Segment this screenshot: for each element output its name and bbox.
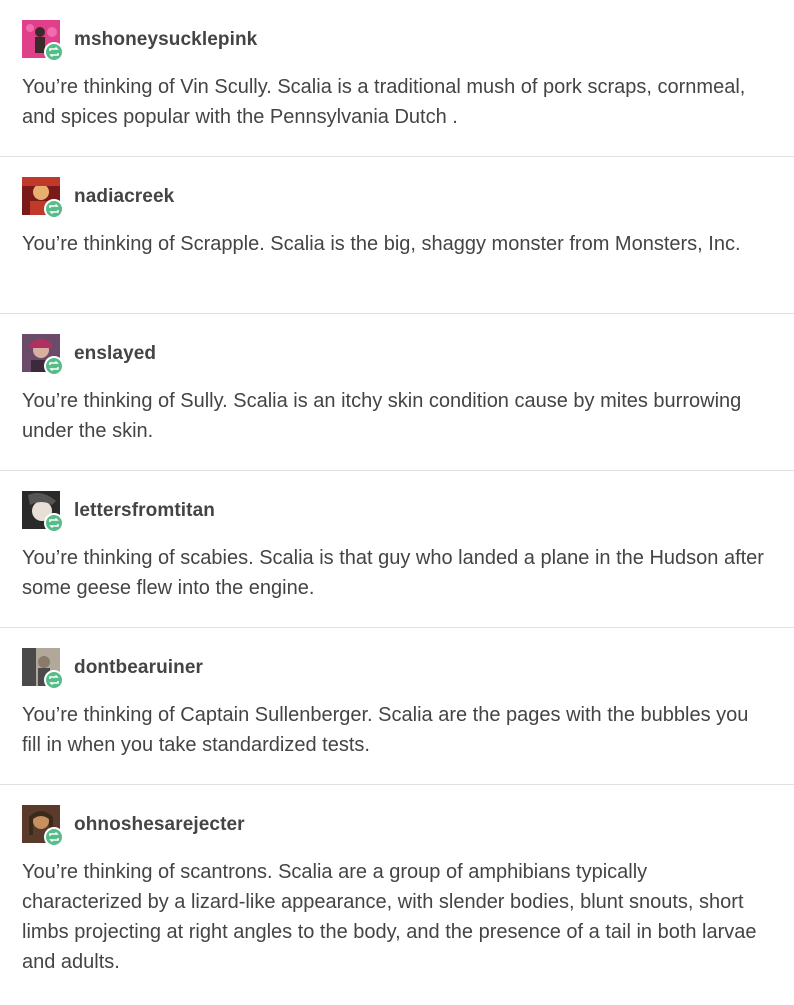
- username[interactable]: mshoneysucklepink: [74, 29, 257, 51]
- post-text: You’re thinking of Sully. Scalia is an i…: [22, 390, 742, 442]
- username[interactable]: lettersfromtitan: [74, 500, 215, 522]
- avatar[interactable]: [22, 20, 64, 62]
- post-text: You’re thinking of scantrons. Scalia are…: [22, 861, 757, 973]
- username[interactable]: enslayed: [74, 343, 156, 365]
- avatar[interactable]: [22, 334, 64, 376]
- reblog-post: lettersfromtitan You’re thinking of scab…: [0, 471, 794, 628]
- reblog-icon: [44, 199, 64, 219]
- reblog-thread: mshoneysucklepink You’re thinking of Vin…: [0, 0, 794, 1005]
- reblog-icon: [44, 670, 64, 690]
- reblog-post: nadiacreek You’re thinking of Scrapple. …: [0, 157, 794, 314]
- avatar[interactable]: [22, 805, 64, 847]
- avatar[interactable]: [22, 177, 64, 219]
- avatar[interactable]: [22, 491, 64, 533]
- reblog-post: ohnoshesarejecter You’re thinking of sca…: [0, 785, 794, 1005]
- post-text: You’re thinking of Scrapple. Scalia is t…: [22, 233, 741, 255]
- reblog-icon: [44, 356, 64, 376]
- reblog-post: enslayed You’re thinking of Sully. Scali…: [0, 314, 794, 471]
- post-text: You’re thinking of Captain Sullenberger.…: [22, 704, 749, 756]
- username[interactable]: dontbearuiner: [74, 657, 203, 679]
- reblog-icon: [44, 42, 64, 62]
- reblog-post: mshoneysucklepink You’re thinking of Vin…: [0, 0, 794, 157]
- reblog-icon: [44, 513, 64, 533]
- username[interactable]: nadiacreek: [74, 186, 174, 208]
- reblog-icon: [44, 827, 64, 847]
- avatar[interactable]: [22, 648, 64, 690]
- reblog-post: dontbearuiner You’re thinking of Captain…: [0, 628, 794, 785]
- post-text: You’re thinking of Vin Scully. Scalia is…: [22, 76, 746, 128]
- post-text: You’re thinking of scabies. Scalia is th…: [22, 547, 764, 599]
- username[interactable]: ohnoshesarejecter: [74, 814, 245, 836]
